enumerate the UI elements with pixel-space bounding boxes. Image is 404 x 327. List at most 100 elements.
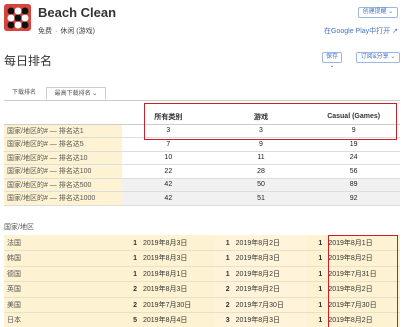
table-row: 英国 2 2019年8月3日 2 2019年8月2日 1 2019年8月2日 bbox=[4, 281, 400, 298]
rank-date: 2019年8月1日 bbox=[328, 239, 373, 247]
rank-date-cell: 5 2019年8月4日 bbox=[122, 312, 215, 327]
rank-date: 2019年7月30日 bbox=[235, 301, 284, 309]
rank-date-cell: 1 2019年8月1日 bbox=[122, 266, 215, 282]
rank-value: 1 bbox=[225, 239, 230, 247]
rank-date-cell: 1 2019年8月2日 bbox=[214, 235, 308, 251]
rank-date: 2019年7月30日 bbox=[328, 301, 377, 309]
column-header-all-categories: 所有类别 bbox=[122, 110, 215, 125]
rank-date-cell: 1 2019年8月2日 bbox=[214, 266, 308, 282]
country-name[interactable]: 日本 bbox=[4, 312, 122, 327]
count-cell: 89 bbox=[307, 178, 400, 192]
rank-date: 2019年7月30日 bbox=[143, 301, 192, 309]
rank-date: 2019年8月1日 bbox=[143, 270, 188, 278]
rank-value: 3 bbox=[225, 317, 230, 325]
table-row: 国家/地区的# — 排名达500 42 50 89 bbox=[4, 178, 400, 192]
rank-date: 2019年7月31日 bbox=[328, 270, 377, 278]
rank-date-cell: 1 2019年8月3日 bbox=[214, 250, 308, 267]
table-row: 韩国 1 2019年8月3日 1 2019年8月3日 1 2019年8月2日 bbox=[4, 250, 400, 267]
rank-value: 1 bbox=[318, 270, 323, 278]
column-header-casual: Casual (Games) bbox=[307, 110, 400, 125]
rank-date-cell: 2 2019年8月3日 bbox=[122, 281, 215, 298]
rank-date: 2019年8月2日 bbox=[235, 239, 281, 247]
google-play-link[interactable]: 在Google Play中打开 ↗ bbox=[324, 26, 398, 36]
rank-value: 1 bbox=[318, 286, 323, 294]
app-icon bbox=[4, 4, 31, 31]
table-row: 国家/地区的# — 排名达5 7 9 19 bbox=[4, 137, 400, 152]
table-row: 国家/地区的# — 排名达100 22 28 56 bbox=[4, 164, 400, 179]
row-label: 国家/地区的# — 排名达5 bbox=[4, 137, 122, 152]
row-label: 国家/地区的# — 排名达100 bbox=[4, 164, 122, 179]
country-name[interactable]: 英国 bbox=[4, 281, 122, 298]
rank-date-cell: 3 2019年8月3日 bbox=[214, 312, 308, 327]
tab-top-download-rank[interactable]: 最高下载排名 ⌄ bbox=[46, 87, 106, 100]
count-cell: 11 bbox=[214, 151, 308, 165]
rank-date-cell: 1 2019年8月2日 bbox=[307, 312, 400, 327]
rank-date-cell: 2 2019年7月30日 bbox=[122, 297, 215, 313]
count-cell: 10 bbox=[122, 151, 215, 165]
rank-value: 5 bbox=[133, 317, 137, 325]
rank-date-cell: 2 2019年7月30日 bbox=[214, 297, 308, 313]
count-cell: 9 bbox=[307, 124, 400, 138]
rank-date-cell: 1 2019年8月3日 bbox=[122, 250, 215, 267]
rank-value: 1 bbox=[318, 239, 323, 247]
rank-date: 2019年8月2日 bbox=[328, 286, 373, 294]
count-cell: 42 bbox=[122, 178, 215, 192]
table-row: 美国 2 2019年7月30日 2 2019年7月30日 1 2019年7月30日 bbox=[4, 297, 400, 313]
rank-header-row: 所有类别 游戏 Casual (Games) bbox=[4, 110, 400, 125]
rank-value: 1 bbox=[133, 270, 137, 278]
table-row: 德国 1 2019年8月1日 1 2019年8月2日 1 2019年7月31日 bbox=[4, 266, 400, 282]
table-row: 国家/地区的# — 排名达1000 42 51 92 bbox=[4, 191, 400, 206]
table-row: 日本 5 2019年8月4日 3 2019年8月3日 1 2019年8月2日 bbox=[4, 312, 400, 327]
app-title: Beach Clean bbox=[38, 5, 117, 20]
count-cell: 9 bbox=[214, 137, 308, 152]
count-cell: 92 bbox=[307, 191, 400, 206]
rank-date-cell: 2 2019年8月2日 bbox=[214, 281, 308, 298]
count-cell: 51 bbox=[214, 191, 308, 206]
rank-date-cell: 1 2019年7月31日 bbox=[307, 266, 400, 282]
country-name[interactable]: 美国 bbox=[4, 297, 122, 313]
rank-value: 1 bbox=[133, 239, 137, 247]
rank-date: 2019年8月2日 bbox=[328, 317, 373, 325]
app-meta: 免费 · 休闲 (游戏) bbox=[38, 28, 95, 35]
count-cell: 24 bbox=[307, 151, 400, 165]
count-cell: 19 bbox=[307, 137, 400, 152]
country-name[interactable]: 法国 bbox=[4, 235, 122, 251]
column-header-games: 游戏 bbox=[214, 110, 308, 125]
rank-date: 2019年8月3日 bbox=[143, 286, 188, 294]
rank-date: 2019年8月2日 bbox=[235, 286, 281, 294]
subscribe-share-button[interactable]: 订阅&分享 ⌄ bbox=[356, 52, 400, 63]
app-category[interactable]: 休闲 (游戏) bbox=[60, 28, 95, 35]
rank-value: 2 bbox=[225, 286, 230, 294]
rank-date: 2019年8月3日 bbox=[235, 317, 281, 325]
count-cell: 42 bbox=[122, 191, 215, 206]
rank-date: 2019年8月3日 bbox=[143, 239, 188, 247]
count-cell: 56 bbox=[307, 164, 400, 179]
count-cell: 3 bbox=[214, 124, 308, 138]
rank-value: 2 bbox=[133, 286, 137, 294]
count-cell: 50 bbox=[214, 178, 308, 192]
count-cell: 28 bbox=[214, 164, 308, 179]
count-cell: 22 bbox=[122, 164, 215, 179]
rank-date-cell: 1 2019年8月2日 bbox=[307, 250, 400, 267]
rank-value: 1 bbox=[225, 270, 230, 278]
rank-date: 2019年8月3日 bbox=[143, 255, 188, 263]
rank-date: 2019年8月4日 bbox=[143, 317, 188, 325]
row-label: 国家/地区的# — 排名达500 bbox=[4, 178, 122, 192]
rank-value: 2 bbox=[133, 301, 137, 309]
country-name[interactable]: 德国 bbox=[4, 266, 122, 282]
count-cell: 7 bbox=[122, 137, 215, 152]
rank-date-cell: 1 2019年8月2日 bbox=[307, 281, 400, 298]
rank-header-blank bbox=[4, 110, 122, 125]
save-button[interactable]: 保存 ⌄ bbox=[322, 52, 342, 69]
rank-value: 1 bbox=[318, 301, 323, 309]
tab-download-rank[interactable]: 下载排名 bbox=[10, 87, 38, 100]
row-label: 国家/地区的# — 排名达1000 bbox=[4, 191, 122, 206]
table-row: 国家/地区的# — 排名达10 10 11 24 bbox=[4, 151, 400, 165]
create-alert-button[interactable]: 创建提醒 ⌄ bbox=[358, 7, 398, 18]
rank-date-cell: 1 2019年7月30日 bbox=[307, 297, 400, 313]
country-name[interactable]: 韩国 bbox=[4, 250, 122, 267]
rank-date: 2019年8月3日 bbox=[235, 255, 281, 263]
rank-date: 2019年8月2日 bbox=[328, 255, 373, 263]
go-board-icon bbox=[4, 4, 31, 31]
rank-date: 2019年8月2日 bbox=[235, 270, 281, 278]
